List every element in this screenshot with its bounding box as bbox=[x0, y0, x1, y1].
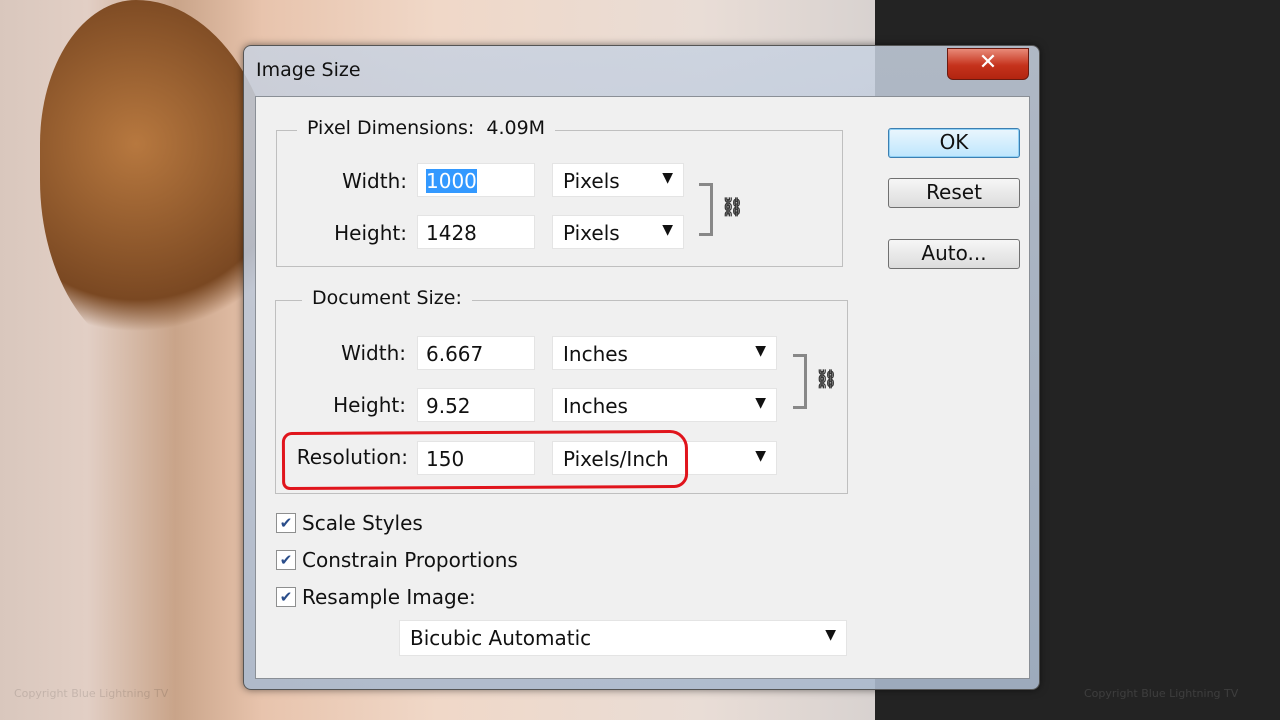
doc-width-input[interactable]: 6.667 bbox=[417, 336, 535, 370]
reset-button[interactable]: Reset bbox=[888, 178, 1020, 208]
pixel-dimensions-size: 4.09M bbox=[486, 117, 546, 139]
doc-height-label: Height: bbox=[333, 393, 406, 417]
chevron-down-icon: ▼ bbox=[825, 627, 836, 643]
doc-height-input[interactable]: 9.52 bbox=[417, 388, 535, 422]
pixel-dimensions-legend: Pixel Dimensions: 4.09M bbox=[297, 117, 556, 139]
chevron-down-icon: ▼ bbox=[755, 343, 766, 359]
red-annotation-circle bbox=[281, 429, 689, 491]
scale-styles-checkbox[interactable]: ✔ bbox=[276, 513, 296, 533]
watermark-right: Copyright Blue Lightning TV bbox=[1084, 687, 1239, 700]
scale-styles-label[interactable]: Scale Styles bbox=[302, 511, 423, 535]
chain-link-icon: ⛓ bbox=[721, 197, 744, 218]
pixel-height-input[interactable]: 1428 bbox=[417, 215, 535, 249]
doc-width-unit-select[interactable]: Inches ▼ bbox=[552, 336, 777, 370]
resample-method-select[interactable]: Bicubic Automatic ▼ bbox=[399, 620, 847, 656]
pixel-height-label: Height: bbox=[334, 221, 407, 245]
document-size-legend: Document Size: bbox=[302, 287, 472, 309]
resample-image-checkbox[interactable]: ✔ bbox=[276, 587, 296, 607]
pixel-dimensions-group: Pixel Dimensions: 4.09M Width: 1000 Pixe… bbox=[276, 117, 843, 267]
doc-width-label: Width: bbox=[341, 341, 406, 365]
constrain-proportions-label[interactable]: Constrain Proportions bbox=[302, 548, 518, 572]
watermark-left: Copyright Blue Lightning TV bbox=[14, 687, 169, 700]
doc-height-unit-select[interactable]: Inches ▼ bbox=[552, 388, 777, 422]
image-size-dialog: Image Size ✕ Pixel Dimensions: 4.09M Wid… bbox=[243, 45, 1040, 690]
pixel-width-input[interactable]: 1000 bbox=[417, 163, 535, 197]
auto-button[interactable]: Auto... bbox=[888, 239, 1020, 269]
constrain-bracket bbox=[699, 183, 713, 236]
resample-image-label[interactable]: Resample Image: bbox=[302, 585, 476, 609]
chevron-down-icon: ▼ bbox=[755, 448, 766, 464]
chevron-down-icon: ▼ bbox=[755, 395, 766, 411]
dialog-title: Image Size bbox=[256, 59, 361, 81]
ok-button[interactable]: OK bbox=[888, 128, 1020, 158]
close-button[interactable]: ✕ bbox=[947, 48, 1029, 80]
constrain-bracket bbox=[793, 354, 807, 409]
chevron-down-icon: ▼ bbox=[662, 222, 673, 238]
chevron-down-icon: ▼ bbox=[662, 170, 673, 186]
chain-link-icon: ⛓ bbox=[815, 369, 838, 390]
pixel-height-unit-select[interactable]: Pixels ▼ bbox=[552, 215, 684, 249]
dialog-body: Pixel Dimensions: 4.09M Width: 1000 Pixe… bbox=[255, 96, 1030, 679]
constrain-proportions-checkbox[interactable]: ✔ bbox=[276, 550, 296, 570]
pixel-width-label: Width: bbox=[342, 169, 407, 193]
pixel-width-unit-select[interactable]: Pixels ▼ bbox=[552, 163, 684, 197]
